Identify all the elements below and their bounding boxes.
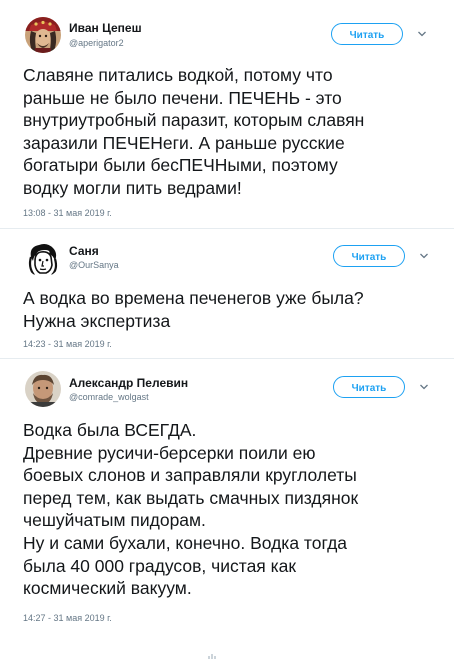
avatar[interactable] [25, 371, 61, 407]
follow-button[interactable]: Читать [333, 376, 405, 398]
author-name[interactable]: Саня [69, 244, 99, 258]
chevron-down-icon[interactable] [419, 251, 429, 261]
avatar[interactable] [25, 17, 61, 53]
tweet: Александр Пелевин @comrade_wolgast Читат… [0, 358, 454, 666]
author-handle[interactable]: @comrade_wolgast [69, 392, 149, 402]
timestamp[interactable]: 14:23 - 31 мая 2019 г. [23, 339, 112, 349]
timestamp[interactable]: 14:27 - 31 мая 2019 г. [23, 613, 112, 623]
timestamp[interactable]: 13:08 - 31 мая 2019 г. [23, 208, 112, 218]
author-handle[interactable]: @aperigator2 [69, 38, 124, 48]
avatar[interactable] [25, 241, 61, 277]
tweet-text: Водка была ВСЕГДА. Древние русичи-берсер… [23, 420, 359, 599]
author-name[interactable]: Александр Пелевин [69, 376, 188, 390]
author-handle[interactable]: @OurSanya [69, 260, 119, 270]
follow-button[interactable]: Читать [331, 23, 403, 45]
tweet: Иван Цепеш @aperigator2 Читать Славяне п… [0, 0, 454, 228]
chevron-down-icon[interactable] [419, 382, 429, 392]
share-icon[interactable] [208, 652, 216, 660]
author-name[interactable]: Иван Цепеш [69, 21, 142, 35]
tweet-text: Славяне питались водкой, потому что рань… [23, 65, 365, 198]
tweet-text: А водка во времена печенегов уже была? Н… [23, 288, 364, 331]
follow-button[interactable]: Читать [333, 245, 405, 267]
chevron-down-icon[interactable] [417, 29, 427, 39]
tweet: Саня @OurSanya Читать А водка во времена… [0, 228, 454, 358]
